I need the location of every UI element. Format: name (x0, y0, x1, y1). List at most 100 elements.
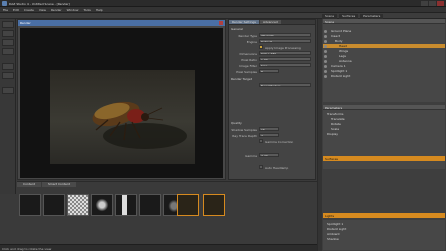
tree-item[interactable]: Distant Light (323, 74, 445, 78)
content-thumbnail[interactable] (67, 194, 89, 216)
select-tool-icon[interactable] (2, 21, 14, 28)
visibility-icon[interactable] (324, 74, 327, 78)
visibility-icon[interactable] (324, 69, 327, 73)
tree-item[interactable]: Wings (323, 49, 445, 53)
param-item[interactable]: Rotate (323, 122, 445, 126)
visibility-icon[interactable] (324, 34, 327, 38)
close-button[interactable] (437, 1, 444, 6)
param-item[interactable]: Transforms (323, 112, 445, 116)
tree-item[interactable]: Legs (323, 54, 445, 58)
move-tool-icon[interactable] (2, 30, 14, 37)
visibility-icon[interactable] (324, 64, 327, 68)
apply-processing-checkbox[interactable] (259, 45, 263, 49)
prop-value-field[interactable]: 16 (259, 127, 279, 131)
light-item[interactable]: Shadow (323, 237, 445, 241)
menu-render[interactable]: Render (51, 8, 62, 12)
content-thumbnail[interactable] (139, 194, 161, 216)
tab-advanced[interactable]: Advanced (259, 20, 281, 24)
param-label: Transforms (327, 112, 344, 117)
render-window-titlebar[interactable]: Render (18, 20, 225, 26)
tree-item[interactable]: Ground Plane (323, 29, 445, 33)
menu-help[interactable]: Help (96, 8, 103, 12)
visibility-icon[interactable] (324, 59, 327, 63)
scene-header[interactable]: Scene (323, 19, 445, 24)
prop-label: Engine (246, 39, 257, 44)
menu-create[interactable]: Create (24, 8, 34, 12)
prop-value-field[interactable]: Sinc (259, 63, 311, 67)
content-library: Content Smart Content (17, 181, 317, 244)
tree-item[interactable]: Antenna (323, 59, 445, 63)
render-tool-icon[interactable] (2, 87, 14, 94)
light-item[interactable]: Distant Light (323, 227, 445, 231)
prop-label: Dimensions (239, 51, 257, 56)
content-thumbnail[interactable] (115, 194, 137, 216)
content-thumbnail[interactable] (43, 194, 65, 216)
menu-tools[interactable]: Tools (83, 8, 90, 12)
rotate-tool-icon[interactable] (2, 39, 14, 46)
parameters-header[interactable]: Parameters (323, 105, 445, 110)
content-thumbnail-selected[interactable] (203, 194, 225, 216)
param-label: Scale (331, 127, 340, 132)
visibility-icon[interactable] (324, 44, 327, 48)
content-thumbnail-selected[interactable] (177, 194, 199, 216)
visibility-icon[interactable] (324, 54, 327, 58)
content-thumbnail[interactable] (19, 194, 41, 216)
tree-item[interactable]: Insect (323, 34, 445, 38)
auto-headlamp-checkbox[interactable] (259, 165, 263, 169)
close-icon[interactable] (219, 21, 223, 25)
menu-view[interactable]: View (39, 8, 46, 12)
param-item[interactable]: Translate (323, 117, 445, 121)
prop-row: Auto Headlamp (229, 165, 317, 170)
gamma-correction-checkbox[interactable] (259, 139, 263, 143)
camera-tool-icon[interactable] (2, 63, 14, 70)
prop-row: Gamma 2.20 (229, 153, 317, 158)
render-canvas (20, 28, 223, 178)
menu-window[interactable]: Window (67, 8, 79, 12)
prop-row: Ray Trace Depth 2 (229, 133, 317, 138)
prop-value-field[interactable]: Default (259, 39, 311, 43)
render-settings-panel: Render Settings Advanced General Render … (228, 19, 316, 180)
prop-row: Shadow Samples 16 (229, 127, 317, 132)
prop-value-field[interactable]: 2 (259, 133, 279, 137)
prop-value-field[interactable]: 1.00 (259, 57, 311, 61)
parameters-header-label: Parameters (325, 105, 343, 110)
prop-label: Shadow Samples (231, 127, 257, 132)
render-settings-tabs: Render Settings Advanced (229, 20, 281, 24)
lights-bar[interactable]: Lights (323, 213, 445, 218)
tree-item[interactable]: Body (323, 39, 445, 43)
tab-smart-content[interactable]: Smart Content (41, 182, 76, 187)
menu-edit[interactable]: Edit (13, 8, 19, 12)
prop-row: Pixel Samples 8 (229, 69, 317, 74)
prop-row: Pixel Ratio 1.00 (229, 57, 317, 62)
light-item[interactable]: Spotlight 1 (323, 222, 445, 226)
tree-item-label: Body (335, 39, 343, 44)
tab-content[interactable]: Content (17, 182, 41, 187)
tree-item[interactable]: Camera 1 (323, 64, 445, 68)
lights-bar-label: Lights (325, 213, 335, 218)
scale-tool-icon[interactable] (2, 48, 14, 55)
param-item[interactable]: Scale (323, 127, 445, 131)
light-item[interactable]: Ambient (323, 232, 445, 236)
tree-item[interactable]: Spotlight 1 (323, 69, 445, 73)
prop-value-field[interactable]: 2.20 (259, 153, 279, 157)
content-thumbnail[interactable] (91, 194, 113, 216)
prop-value-field[interactable]: 8 (259, 69, 279, 73)
prop-value-field[interactable]: 640 x 480 (259, 51, 311, 55)
surfaces-bar[interactable]: Surfaces (323, 156, 445, 161)
minimize-button[interactable] (421, 1, 428, 6)
tab-render-settings[interactable]: Render Settings (229, 20, 259, 24)
maximize-button[interactable] (429, 1, 436, 6)
visibility-icon[interactable] (324, 29, 327, 33)
prop-row: Render Type 3Delight (229, 33, 317, 38)
status-text: Click and drag to rotate the view (2, 246, 52, 251)
tool-sidebar (0, 19, 16, 194)
param-item[interactable]: Display (323, 132, 445, 136)
menu-file[interactable]: File (3, 8, 8, 12)
tree-item-selected[interactable]: Head (323, 44, 445, 48)
visibility-icon[interactable] (324, 39, 327, 43)
tree-item-label: Head (339, 44, 347, 49)
render-target-dropdown[interactable]: New Window (259, 83, 311, 87)
light-tool-icon[interactable] (2, 72, 14, 79)
prop-value-field[interactable]: 3Delight (259, 33, 311, 37)
visibility-icon[interactable] (324, 49, 327, 53)
